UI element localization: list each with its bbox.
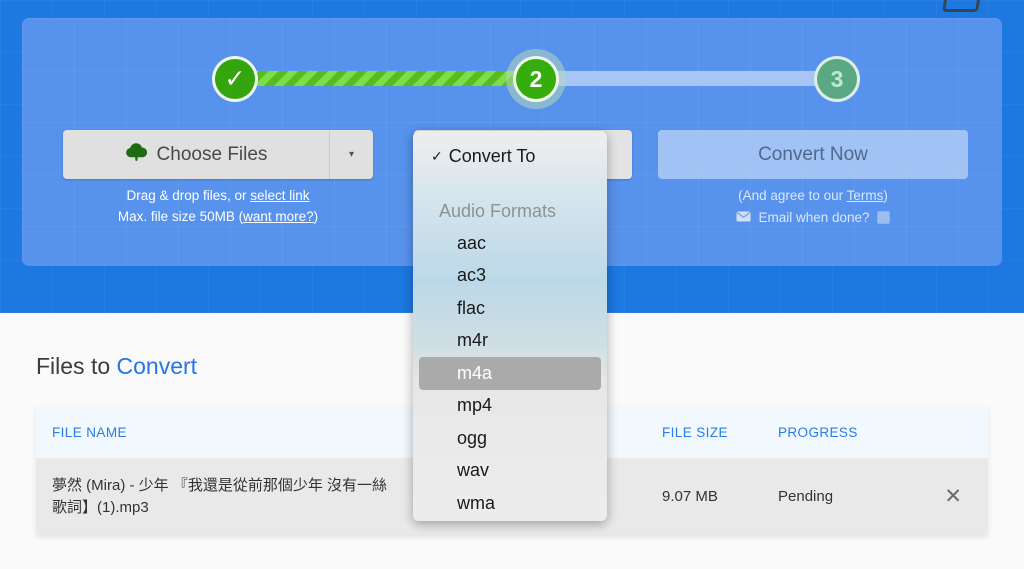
max-size-hint: Max. file size 50MB (want more?) — [63, 209, 373, 224]
choose-files-button[interactable]: Choose Files — [63, 130, 330, 179]
stepper-step-3-pending[interactable]: 3 — [814, 56, 860, 102]
choose-files-dropdown-toggle[interactable]: ▾ — [330, 130, 373, 179]
terms-suffix-text: ) — [883, 188, 888, 203]
select-link-link[interactable]: select link — [250, 188, 309, 203]
menu-item-wma[interactable]: wma — [413, 487, 607, 520]
page-root: ✓ 2 3 Choose Files ▾ Drag & drop files, … — [0, 0, 1024, 569]
check-icon: ✓ — [431, 147, 443, 164]
file-remove-cell[interactable]: ✕ — [928, 486, 988, 507]
menu-item-m4a[interactable]: m4a — [419, 357, 601, 390]
max-size-text: Max. file size 50MB ( — [117, 209, 244, 224]
max-size-suffix: ) — [313, 209, 319, 224]
menu-item-ogg[interactable]: ogg — [413, 422, 607, 455]
file-size-cell: 9.07 MB — [662, 488, 718, 505]
menu-item-aac[interactable]: aac — [413, 227, 607, 260]
stepper-step-3-label: 3 — [830, 65, 844, 92]
envelope-icon — [736, 210, 752, 225]
file-progress-cell: Pending — [778, 488, 834, 505]
stepper-step-2-current[interactable]: 2 — [513, 56, 559, 102]
menu-item-selected-convert-to[interactable]: ✓ Convert To — [413, 139, 607, 173]
menu-item-wav[interactable]: wav — [413, 455, 607, 488]
choose-files-label: Choose Files — [156, 143, 268, 165]
terms-agreement: (And agree to our Terms) — [658, 188, 968, 203]
cloud-upload-icon — [125, 142, 148, 167]
stepper-step-2-label: 2 — [529, 65, 543, 92]
menu-item-m4r[interactable]: m4r — [413, 325, 607, 358]
menu-item-flac[interactable]: flac — [413, 292, 607, 325]
menu-item-ac3[interactable]: ac3 — [413, 260, 607, 293]
menu-separator — [413, 173, 607, 195]
terms-link[interactable]: Terms — [847, 188, 884, 203]
close-icon[interactable]: ✕ — [944, 486, 962, 507]
check-icon: ✓ — [224, 64, 246, 93]
menu-group-audio-formats: Audio Formats — [439, 200, 557, 221]
stepper-track-remaining — [516, 71, 816, 86]
drag-drop-hint: Drag & drop files, or select link — [63, 188, 373, 203]
page-title: Files to Convert — [36, 353, 197, 380]
drag-drop-hint-text: Drag & drop files, or — [126, 188, 251, 203]
column-header-file-size: FILE SIZE — [662, 424, 728, 440]
chevron-down-icon: ▾ — [348, 149, 355, 160]
menu-item-label-convert-to: Convert To — [448, 145, 536, 166]
stepper-track-completed — [235, 71, 521, 86]
convert-now-label: Convert Now — [758, 143, 868, 165]
page-title-plain: Files to — [36, 353, 117, 379]
convert-to-dropdown-menu[interactable]: ✓ Convert To Audio Formats aac ac3 flac … — [413, 131, 607, 521]
terms-prefix-text: (And agree to our — [738, 188, 847, 203]
email-when-done-label: Email when done? — [758, 210, 870, 225]
want-more-link[interactable]: want more? — [243, 209, 314, 224]
email-when-done-row[interactable]: Email when done? — [658, 210, 968, 225]
page-title-accent: Convert — [116, 353, 198, 379]
email-when-done-checkbox[interactable] — [876, 211, 890, 224]
clipped-top-icon — [942, 0, 982, 12]
column-header-progress: PROGRESS — [778, 424, 858, 440]
stepper-step-1-complete[interactable]: ✓ — [212, 56, 258, 102]
menu-item-mp4[interactable]: mp4 — [413, 390, 607, 423]
progress-stepper: ✓ 2 3 — [22, 18, 1002, 128]
convert-now-button[interactable]: Convert Now — [658, 130, 968, 179]
choose-files-control[interactable]: Choose Files ▾ — [63, 130, 373, 179]
